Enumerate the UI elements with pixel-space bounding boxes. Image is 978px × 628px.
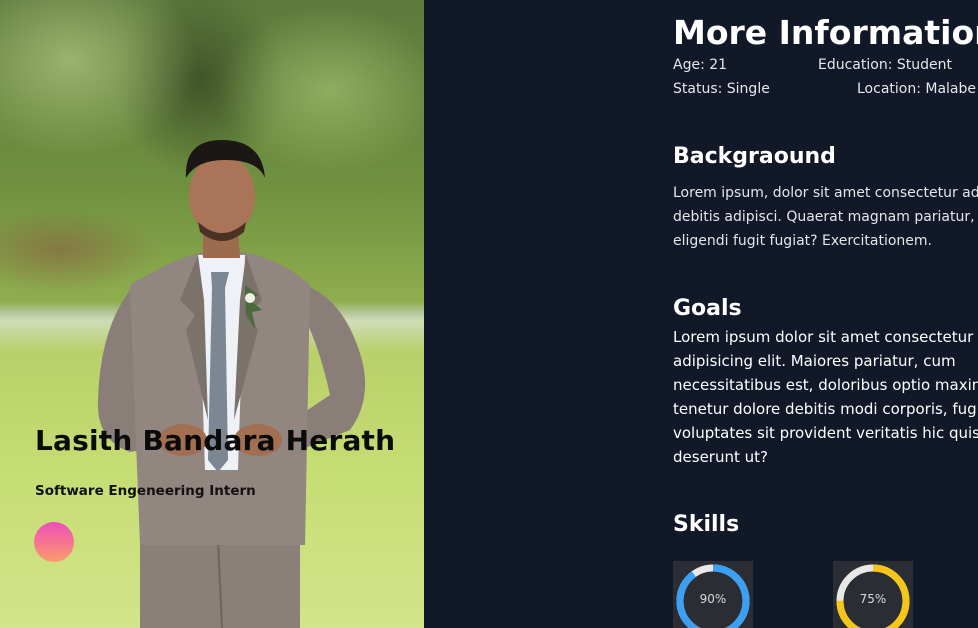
profile-name: Lasith Bandara Herath [35, 424, 396, 457]
skills-heading: Skills [673, 512, 740, 537]
goals-line: tenetur dolore debitis modi corporis, fu… [673, 400, 978, 418]
skill-percent-label: 75% [859, 592, 887, 606]
profile-photo: Lasith Bandara Herath Software Engeneeri… [0, 0, 424, 628]
goals-line: deserunt ut? [673, 448, 768, 466]
background-paragraph: Lorem ipsum, dolor sit amet consectetur … [673, 181, 978, 253]
more-information-heading: More Information [673, 13, 978, 52]
skill-ring-2: 75% [833, 561, 913, 628]
goals-line: necessitatibus est, doloribus optio maxi… [673, 376, 978, 394]
education-text: Education: Student [818, 57, 952, 73]
skill-percent-label: 90% [699, 592, 727, 606]
goals-line: Lorem ipsum dolor sit amet consectetur [673, 328, 974, 346]
info-panel: More Information Age: 21 Education: Stud… [673, 0, 978, 628]
status-text: Status: Single [673, 81, 770, 97]
skill-ring-1: 90% [673, 561, 753, 628]
location-text: Location: Malabe [857, 81, 977, 97]
background-line: debitis adipisci. Quaerat magnam pariatu… [673, 209, 978, 225]
background-line: Lorem ipsum, dolor sit amet consectetur … [673, 185, 978, 201]
goals-line: adipisicing elit. Maiores pariatur, cum [673, 352, 956, 370]
background-heading: Backgraound [673, 144, 836, 169]
background-line: eligendi fugit fugiat? Exercitationem. [673, 233, 932, 249]
goals-paragraph: Lorem ipsum dolor sit amet consectetur a… [673, 325, 978, 469]
age-text: Age: 21 [673, 57, 728, 73]
goals-heading: Goals [673, 296, 742, 321]
goals-line: voluptates sit provident veritatis hic q… [673, 424, 978, 442]
accent-dot-button[interactable] [34, 522, 74, 562]
profile-role: Software Engeneering Intern [35, 483, 256, 499]
